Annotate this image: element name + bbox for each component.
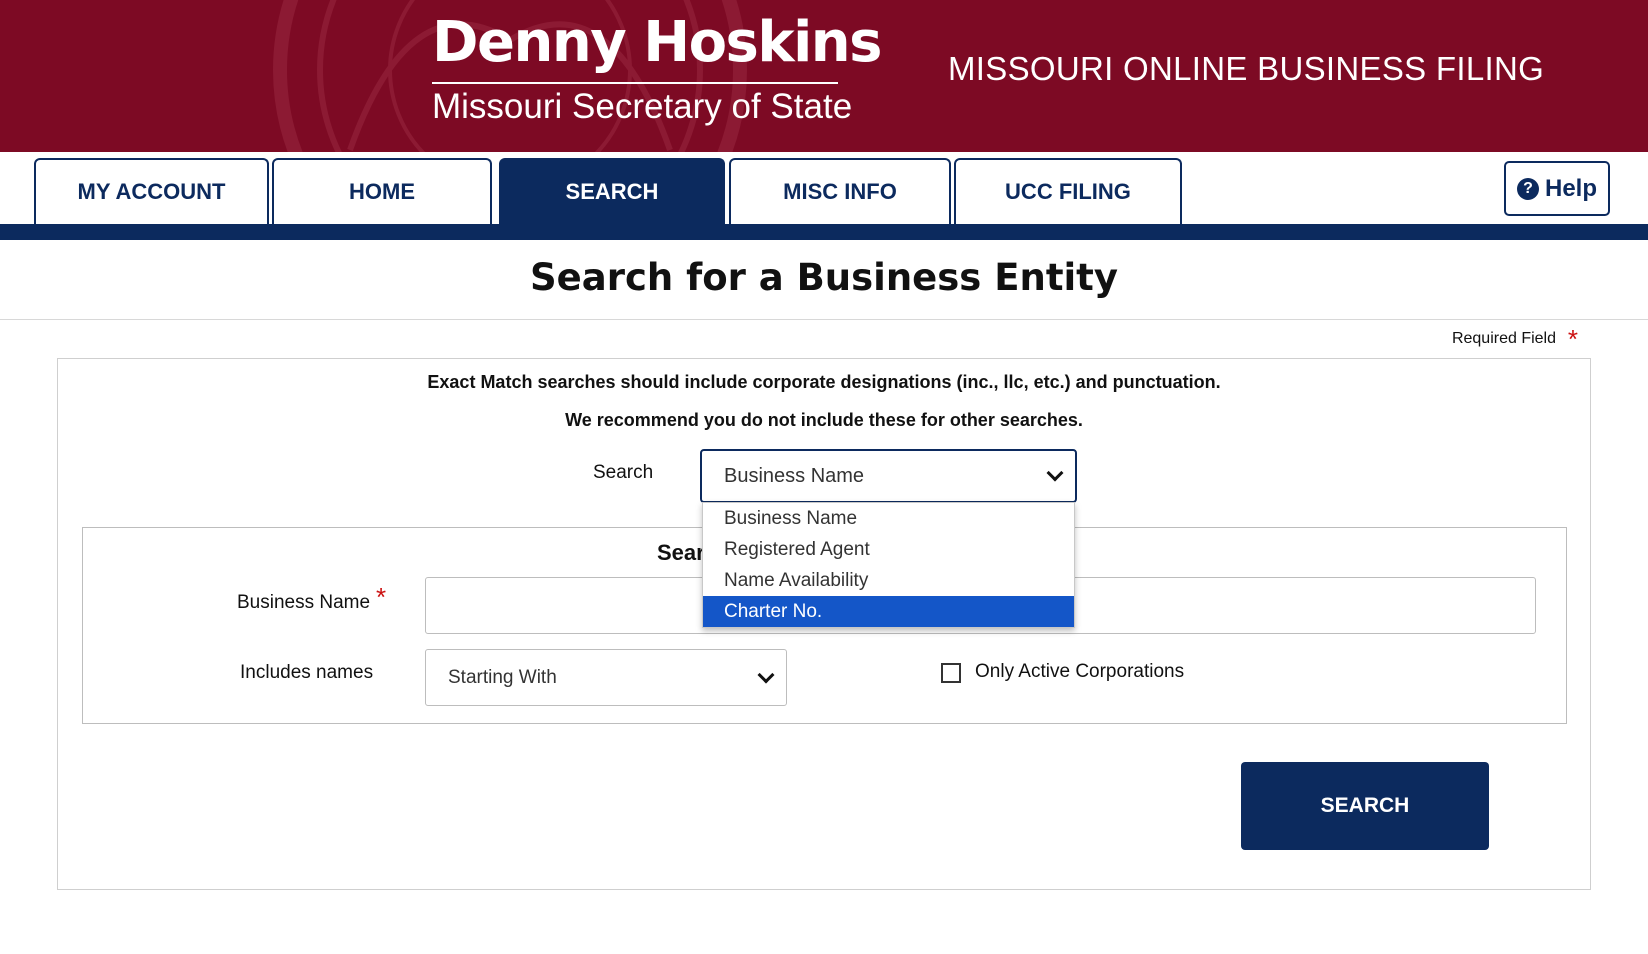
required-asterisk-icon: *	[376, 582, 387, 612]
nav-underline	[0, 224, 1648, 240]
logo-divider	[432, 82, 838, 84]
help-button[interactable]: ? Help	[1504, 161, 1610, 216]
only-active-label[interactable]: Only Active Corporations	[975, 661, 1184, 683]
search-type-select[interactable]: Business Name	[700, 449, 1077, 503]
question-circle-icon: ?	[1516, 177, 1539, 200]
includes-names-value: Starting With	[448, 666, 557, 688]
exact-match-note: Exact Match searches should include corp…	[427, 372, 1221, 392]
option-business-name[interactable]: Business Name	[703, 503, 1074, 534]
secretary-name: Denny Hoskins	[432, 10, 883, 75]
help-label: Help	[1544, 174, 1597, 202]
search-type-label: Search	[593, 462, 654, 483]
tab-misc-info[interactable]: MISC INFO	[729, 158, 951, 224]
only-active-checkbox[interactable]	[941, 663, 961, 683]
option-registered-agent[interactable]: Registered Agent	[703, 534, 1074, 565]
search-submit-button[interactable]: SEARCH	[1241, 762, 1489, 850]
recommend-note: We recommend you do not include these fo…	[565, 410, 1083, 430]
office-subtitle: Missouri Secretary of State	[432, 87, 853, 126]
tab-my-account[interactable]: MY ACCOUNT	[34, 158, 269, 224]
search-type-value: Business Name	[724, 464, 865, 487]
includes-names-label: Includes names	[240, 662, 374, 683]
option-name-availability[interactable]: Name Availability	[703, 565, 1074, 596]
search-type-dropdown: Business Name Registered Agent Name Avai…	[702, 502, 1075, 628]
tab-home[interactable]: HOME	[272, 158, 492, 224]
option-charter-no[interactable]: Charter No.	[703, 596, 1074, 627]
header-banner: Denny Hoskins Missouri Secretary of Stat…	[0, 0, 1648, 152]
title-divider	[0, 319, 1648, 320]
search-criteria-title: Sear	[657, 540, 705, 565]
page-title: Search for a Business Entity	[529, 256, 1118, 299]
tab-search[interactable]: SEARCH	[499, 158, 725, 224]
required-asterisk-icon: *	[1567, 324, 1578, 354]
chevron-down-icon	[1046, 464, 1064, 482]
includes-names-select[interactable]: Starting With	[425, 649, 787, 706]
required-field-label: Required Field	[1451, 330, 1556, 347]
tab-ucc-filing[interactable]: UCC FILING	[954, 158, 1182, 224]
site-title: MISSOURI ONLINE BUSINESS FILING	[948, 50, 1545, 87]
required-field-note: Required Field *	[1451, 324, 1578, 354]
business-name-label: Business Name	[237, 592, 371, 613]
chevron-down-icon	[757, 666, 775, 683]
